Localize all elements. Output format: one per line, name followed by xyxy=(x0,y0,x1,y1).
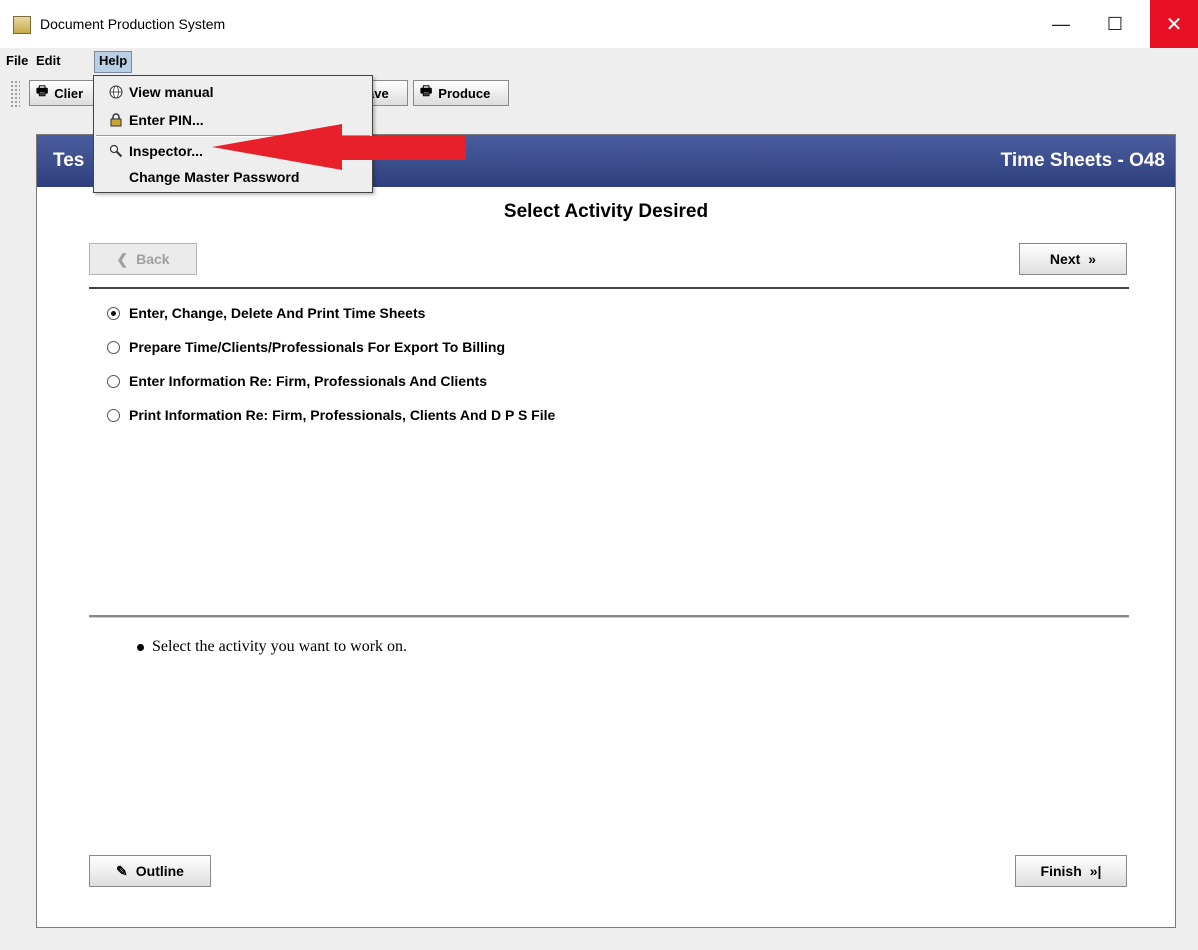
client-button[interactable]: 🖶 Clier xyxy=(29,80,99,106)
printer-icon: 🖶 xyxy=(36,83,49,98)
outline-button[interactable]: ✎ Outline xyxy=(89,855,211,887)
lock-icon xyxy=(106,113,126,127)
globe-icon xyxy=(106,85,126,99)
outline-icon: ✎ xyxy=(116,862,128,879)
activity-option[interactable]: Prepare Time/Clients/Professionals For E… xyxy=(107,339,505,355)
page-title: Select Activity Desired xyxy=(503,201,709,222)
menu-file[interactable]: File xyxy=(2,51,32,71)
menu-item-label: Change Master Password xyxy=(129,169,300,185)
double-chevron-right-icon: » xyxy=(1088,251,1097,267)
minimize-button[interactable]: — xyxy=(1040,0,1082,48)
banner-title-right: Time Sheets - O48 xyxy=(1000,150,1165,171)
finish-icon: »| xyxy=(1089,863,1102,879)
client-button-label: Clier xyxy=(54,85,84,101)
menu-item-label: View manual xyxy=(129,84,214,100)
app-icon xyxy=(13,16,31,34)
radio-unselected[interactable] xyxy=(107,408,120,422)
divider xyxy=(89,615,1129,618)
title-bar: Document Production System — ☐ ✕ xyxy=(0,0,1198,49)
menu-item-view-manual[interactable]: View manual xyxy=(94,80,372,104)
help-text: Select the activity you want to work on. xyxy=(137,638,407,656)
next-button-label: Next xyxy=(1049,251,1081,267)
magnifier-icon xyxy=(106,144,126,158)
finish-button[interactable]: Finish »| xyxy=(1015,855,1127,887)
menu-bar: File Edit Help xyxy=(0,48,1198,73)
option-label: Print Information Re: Firm, Professional… xyxy=(129,407,556,423)
close-button[interactable]: ✕ xyxy=(1150,0,1198,48)
finish-button-label: Finish xyxy=(1040,863,1082,879)
back-button[interactable]: ❮ Back xyxy=(89,243,197,275)
next-button[interactable]: Next » xyxy=(1019,243,1127,275)
help-text-label: Select the activity you want to work on. xyxy=(152,638,408,655)
option-label: Prepare Time/Clients/Professionals For E… xyxy=(129,339,506,355)
radio-selected[interactable] xyxy=(107,306,120,320)
activity-option[interactable]: Print Information Re: Firm, Professional… xyxy=(107,407,555,423)
menu-edit[interactable]: Edit xyxy=(32,51,65,71)
activity-option[interactable]: Enter Information Re: Firm, Professional… xyxy=(107,373,487,389)
back-button-label: Back xyxy=(136,251,170,267)
radio-unselected[interactable] xyxy=(107,374,120,388)
maximize-button[interactable]: ☐ xyxy=(1094,0,1136,48)
radio-unselected[interactable] xyxy=(107,340,120,354)
menu-help[interactable]: Help xyxy=(94,51,133,73)
red-arrow-annotation xyxy=(212,124,466,170)
menu-item-label: Inspector... xyxy=(129,143,203,159)
wizard-panel: Tes Time Sheets - O48 Select Activity De… xyxy=(36,134,1176,928)
option-label: Enter Information Re: Firm, Professional… xyxy=(129,373,488,389)
banner-title-left: Tes xyxy=(53,150,85,171)
menu-item-label: Enter PIN... xyxy=(129,112,204,128)
outline-button-label: Outline xyxy=(135,863,184,879)
produce-button-label: Produce xyxy=(438,85,491,101)
divider xyxy=(89,287,1129,289)
produce-button[interactable]: 🖶 Produce xyxy=(413,80,509,106)
option-label: Enter, Change, Delete And Print Time She… xyxy=(129,305,426,321)
activity-option[interactable]: Enter, Change, Delete And Print Time She… xyxy=(107,305,425,321)
toolbar-grip[interactable] xyxy=(10,80,20,108)
bullet-icon xyxy=(137,643,144,651)
chevron-left-icon: ❮ xyxy=(116,250,129,267)
window-title: Document Production System xyxy=(40,16,226,32)
printer-icon: 🖶 xyxy=(420,83,433,98)
